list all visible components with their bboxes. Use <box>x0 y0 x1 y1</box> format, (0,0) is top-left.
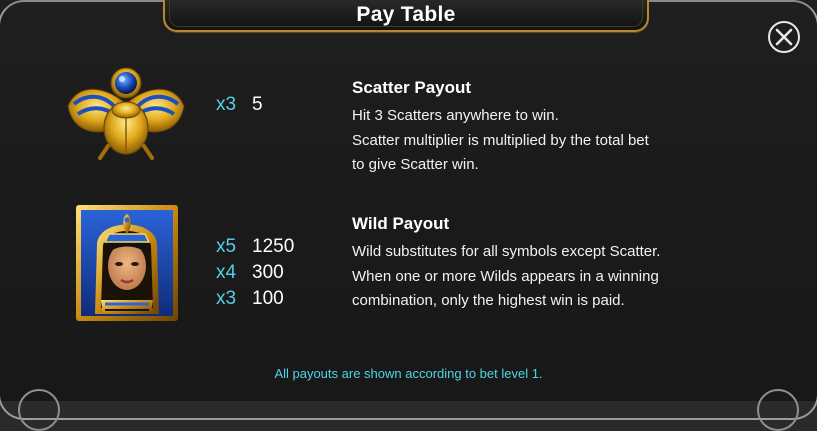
pay-multiplier: x3 <box>216 288 237 309</box>
paytable-panel: Pay Table x3 5 Scatter Payout Hit 3 Scat… <box>0 0 817 431</box>
pay-multiplier: x5 <box>216 236 237 257</box>
wild-heading: Wild Payout <box>352 214 450 233</box>
scatter-line: Scatter multiplier is multiplied by the … <box>352 131 649 149</box>
wild-line: When one or more Wilds appears in a winn… <box>352 267 659 285</box>
pay-multiplier: x3 <box>216 94 237 115</box>
pay-value: 5 <box>252 94 263 115</box>
scatter-line: to give Scatter win. <box>352 156 479 173</box>
scarab-icon <box>67 67 185 160</box>
wild-line: combination, only the highest win is pai… <box>352 292 625 309</box>
pay-value: 100 <box>252 288 284 309</box>
pay-value: 300 <box>252 262 284 283</box>
next-page-button[interactable] <box>757 389 799 431</box>
wild-line: Wild substitutes for all symbols except … <box>352 243 661 260</box>
bet-level-footnote: All payouts are shown according to bet l… <box>274 366 543 381</box>
close-icon <box>775 28 793 46</box>
pay-row: x5 1250 <box>216 234 294 260</box>
pay-multiplier: x4 <box>216 262 237 283</box>
scatter-line: Hit 3 Scatters anywhere to win. <box>352 107 559 124</box>
pay-row: x4 300 <box>216 260 294 286</box>
wild-text: Wild substitutes for all symbols except … <box>352 240 732 314</box>
scatter-description: Scatter Payout Hit 3 Scatters anywhere t… <box>352 78 732 178</box>
pay-value: 1250 <box>252 236 295 257</box>
scatter-pays: x3 5 <box>216 92 263 118</box>
scatter-heading: Scatter Payout <box>352 78 472 97</box>
pay-row: x3 5 <box>216 92 263 118</box>
queen-portrait-icon <box>76 205 178 321</box>
wild-description: Wild Payout Wild substitutes for all sym… <box>352 214 732 314</box>
wild-pays: x5 1250 x4 300 x3 100 <box>216 234 294 312</box>
prev-page-button[interactable] <box>18 389 60 431</box>
title-tab: Pay Table <box>163 0 649 32</box>
pay-row: x3 100 <box>216 286 294 312</box>
page-title: Pay Table <box>356 3 456 26</box>
scatter-text: Hit 3 Scatters anywhere to win. Scatter … <box>352 104 732 178</box>
close-button[interactable] <box>768 21 800 53</box>
